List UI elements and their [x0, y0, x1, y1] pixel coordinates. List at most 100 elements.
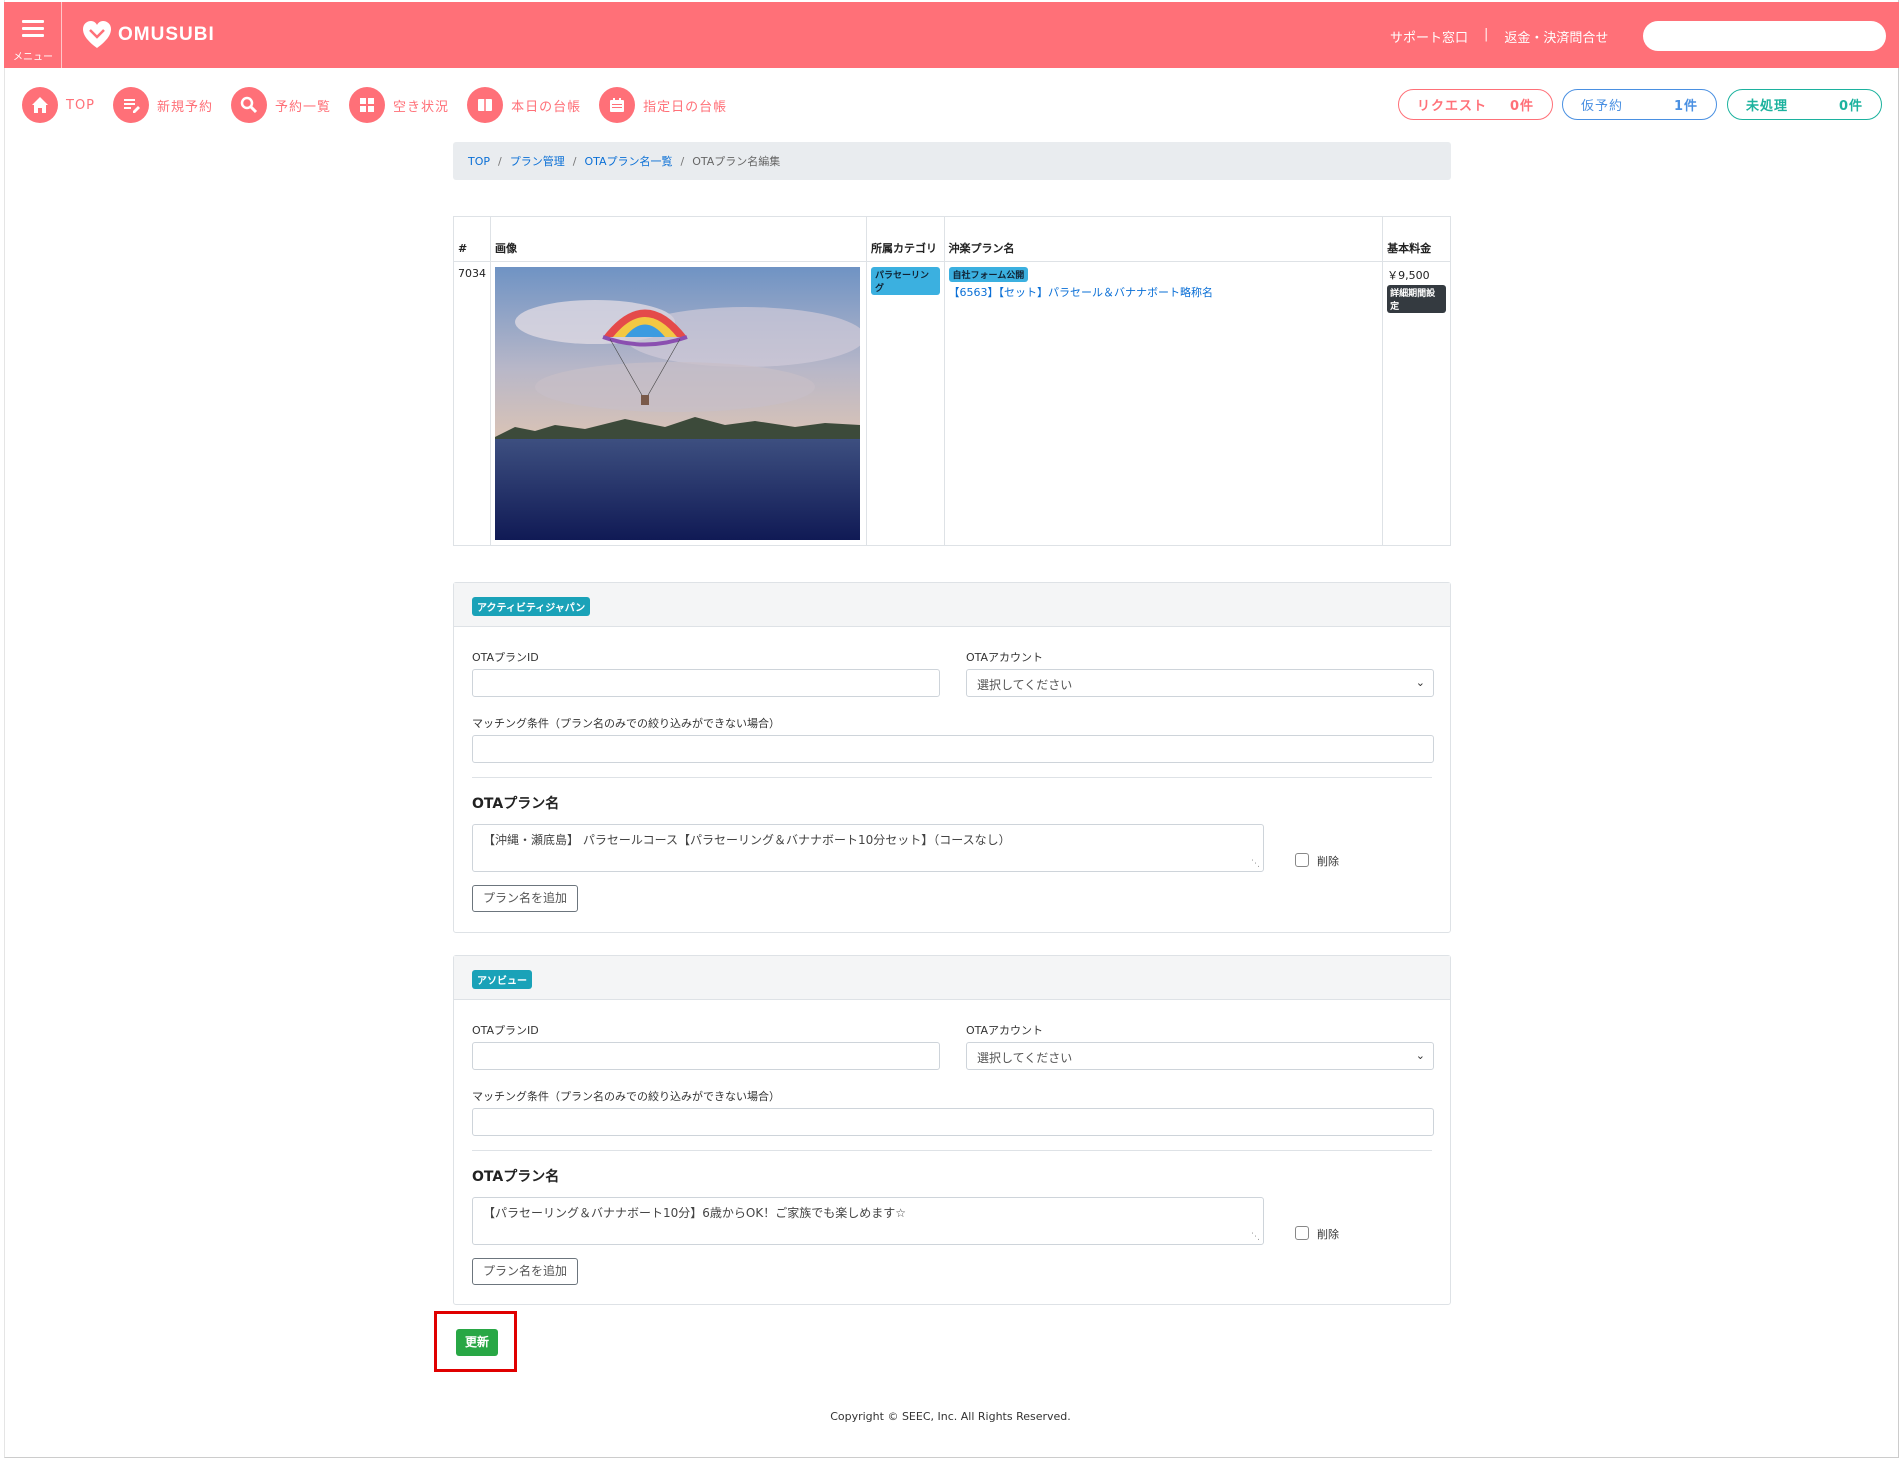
ota-plan-name-title: OTAプラン名: [472, 1169, 560, 1185]
matching-condition-label: マッチング条件（プラン名のみでの絞り込みができない場合）: [472, 1090, 780, 1103]
matching-condition-input[interactable]: [472, 735, 1434, 763]
ota-account-label: OTAアカウント: [966, 651, 1044, 664]
delete-checkbox[interactable]: [1295, 853, 1309, 867]
cell-category: パラセーリング: [865, 261, 945, 546]
delete-label: 削除: [1317, 855, 1339, 868]
chevron-down-icon: ⌄: [1415, 1049, 1425, 1062]
nav-item-reservation-list[interactable]: 予約一覧: [231, 87, 331, 123]
breadcrumb-current: OTAプラン名編集: [692, 155, 781, 168]
unprocessed-count-pill[interactable]: 未処理 0件: [1727, 89, 1882, 120]
cell-id: 7034: [453, 261, 491, 546]
ota-card-asoview: アソビュー OTAプランID OTAアカウント 選択してください ⌄ マッチング…: [453, 955, 1451, 1305]
logo-text: OMUSUBI: [118, 24, 215, 45]
logo[interactable]: OMUSUBI: [82, 20, 215, 50]
search-icon: [231, 87, 268, 123]
col-header-id: #: [453, 216, 491, 262]
col-header-category: 所属カテゴリ: [865, 216, 945, 262]
nav-label: TOP: [66, 97, 96, 113]
plan-photo: [495, 267, 860, 540]
pill-count: 0件: [1838, 99, 1863, 114]
chevron-down-icon: ⌄: [1415, 676, 1425, 689]
breadcrumb-link-ota-plan-list[interactable]: OTAプラン名一覧: [584, 153, 672, 169]
delete-label: 削除: [1317, 1228, 1339, 1241]
ota-plan-id-label: OTAプランID: [472, 651, 539, 664]
pill-label: 未処理: [1746, 99, 1789, 114]
header-search-input[interactable]: [1643, 21, 1886, 51]
breadcrumb-sep: /: [680, 154, 685, 168]
nav-label: 予約一覧: [275, 99, 332, 115]
nav-label: 空き状況: [393, 99, 450, 115]
cell-image: [490, 261, 867, 546]
resize-grip-icon[interactable]: ⋱: [1251, 1232, 1260, 1242]
divider: [472, 777, 1432, 778]
resize-grip-icon[interactable]: ⋱: [1251, 859, 1260, 869]
col-header-price: 基本料金: [1382, 216, 1451, 262]
header-separator: |: [1484, 27, 1489, 42]
breadcrumb-link-plan-management[interactable]: プラン管理: [510, 153, 565, 169]
header-links: サポート窓口 | 返金・決済問合せ: [1390, 27, 1608, 46]
ota-tag: アクティビティジャパン: [472, 597, 591, 616]
ota-tag: アソビュー: [472, 970, 532, 989]
card-header: アソビュー: [454, 956, 1450, 1000]
hamburger-icon: [22, 20, 44, 38]
ota-plan-name-title: OTAプラン名: [472, 796, 560, 812]
pill-label: 仮予約: [1581, 99, 1624, 114]
plan-table: # 画像 所属カテゴリ 沖楽プラン名 基本料金 7034 パラセーリング 自社フ…: [453, 216, 1451, 546]
matching-condition-label: マッチング条件（プラン名のみでの絞り込みができない場合）: [472, 717, 780, 730]
refund-inquiry-link[interactable]: 返金・決済問合せ: [1504, 27, 1608, 46]
heart-logo-icon: [83, 21, 111, 48]
add-plan-name-button[interactable]: プラン名を追加: [472, 885, 578, 912]
pill-count: 0件: [1509, 99, 1534, 114]
breadcrumb: TOP / プラン管理 / OTAプラン名一覧 / OTAプラン名編集: [453, 142, 1451, 180]
matching-condition-input[interactable]: [472, 1108, 1434, 1136]
main-nav: TOP 新規予約 予約一覧 空き状況 本日の台帳 指定日の台帳: [22, 86, 745, 124]
request-count-pill[interactable]: リクエスト 0件: [1398, 89, 1553, 120]
ota-plan-id-input[interactable]: [472, 1042, 940, 1070]
copyright-footer: Copyright © SEEC, Inc. All Rights Reserv…: [830, 1410, 1071, 1423]
select-value: 選択してください: [977, 678, 1073, 692]
tentative-count-pill[interactable]: 仮予約 1件: [1562, 89, 1717, 120]
category-badge: パラセーリング: [870, 267, 940, 295]
update-button[interactable]: 更新: [456, 1329, 498, 1356]
grid-icon: [349, 87, 386, 123]
price-value: ￥9,500: [1387, 269, 1430, 282]
divider: [472, 1150, 1432, 1151]
textarea-value: 【沖縄・瀬底島】 パラセールコース【パラセーリング＆バナナボート10分セット】（…: [483, 833, 1011, 847]
support-link[interactable]: サポート窓口: [1390, 27, 1468, 46]
table-row: 7034 パラセーリング 自社フォーム公開 【6563】【セット】パラセール＆バ…: [453, 261, 1451, 546]
breadcrumb-sep: /: [572, 154, 577, 168]
form-public-badge: 自社フォーム公開: [948, 267, 1029, 282]
ota-card-activity-japan: アクティビティジャパン OTAプランID OTAアカウント 選択してください ⌄…: [453, 582, 1451, 933]
ota-account-label: OTAアカウント: [966, 1024, 1044, 1037]
nav-label: 本日の台帳: [511, 99, 582, 115]
ota-account-select[interactable]: 選択してください ⌄: [966, 1042, 1434, 1070]
ota-plan-id-input[interactable]: [472, 669, 940, 697]
col-header-image: 画像: [490, 216, 867, 262]
pill-count: 1件: [1673, 99, 1698, 114]
nav-item-today-ledger[interactable]: 本日の台帳: [467, 87, 581, 123]
top-header: メニュー OMUSUBI サポート窓口 | 返金・決済問合せ: [4, 2, 1899, 68]
ota-plan-name-textarea[interactable]: 【沖縄・瀬底島】 パラセールコース【パラセーリング＆バナナボート10分セット】（…: [472, 824, 1264, 872]
card-header: アクティビティジャパン: [454, 583, 1450, 627]
calendar-icon: [599, 87, 636, 123]
breadcrumb-link-top[interactable]: TOP: [468, 155, 490, 168]
ota-account-select[interactable]: 選択してください ⌄: [966, 669, 1434, 697]
cell-plan-name: 自社フォーム公開 【6563】【セット】パラセール＆バナナボート略称名: [943, 261, 1384, 546]
nav-item-top[interactable]: TOP: [22, 87, 95, 123]
nav-item-new-reservation[interactable]: 新規予約: [113, 87, 213, 123]
nav-item-date-ledger[interactable]: 指定日の台帳: [599, 87, 727, 123]
cell-price: ￥9,500 詳細期間設定: [1382, 261, 1451, 546]
ota-plan-id-label: OTAプランID: [472, 1024, 539, 1037]
select-value: 選択してください: [977, 1051, 1073, 1065]
nav-label: 新規予約: [157, 99, 214, 115]
delete-checkbox[interactable]: [1295, 1226, 1309, 1240]
menu-button[interactable]: メニュー: [4, 2, 62, 68]
plan-name-link[interactable]: 【6563】【セット】パラセール＆バナナボート略称名: [949, 284, 1379, 300]
ota-plan-name-textarea[interactable]: 【パラセーリング＆バナナボート10分】6歳からOK！ご家族でも楽しめます☆ ⋱: [472, 1197, 1264, 1245]
nav-item-availability[interactable]: 空き状況: [349, 87, 449, 123]
textarea-value: 【パラセーリング＆バナナボート10分】6歳からOK！ご家族でも楽しめます☆: [483, 1206, 906, 1220]
add-plan-name-button[interactable]: プラン名を追加: [472, 1258, 578, 1285]
home-icon: [22, 87, 58, 123]
submit-highlight-box: 更新: [434, 1311, 517, 1372]
detailed-period-badge: 詳細期間設定: [1387, 285, 1446, 313]
